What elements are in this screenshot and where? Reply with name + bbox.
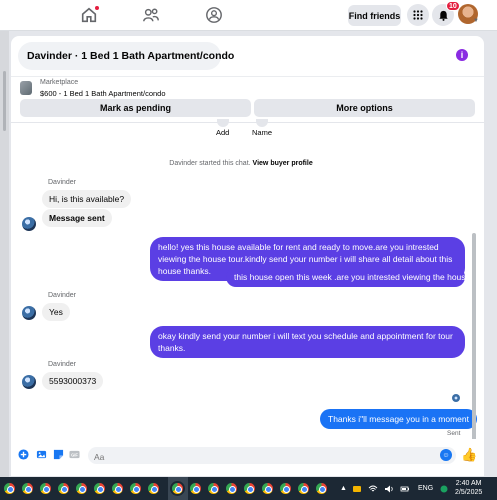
sent-status: Sent [447,430,461,437]
chrome-app-icon[interactable] [278,481,293,496]
emoji-icon[interactable]: ☺ [440,449,452,461]
system-text: Davinder started this chat. [169,160,251,167]
chat-title: Davinder · 1 Bed 1 Bath Apartment/condo [27,50,235,62]
name-contact-icon[interactable] [256,119,268,127]
chrome-app-icon[interactable] [20,481,35,496]
chrome-app-icon[interactable] [260,481,275,496]
chrome-app-icon[interactable] [38,481,53,496]
incoming-message[interactable]: Yes [42,303,70,321]
incoming-message[interactable]: 5593000373 [42,372,104,390]
buyer-avatar[interactable] [22,375,36,389]
outgoing-message[interactable]: okay kindly send your number i will text… [150,326,465,358]
app-tray-icon[interactable] [352,477,362,500]
top-navigation-bar: Find friends 10 ▼ [0,0,497,31]
incoming-message[interactable]: Hi, is this available? [42,190,132,208]
volume-icon[interactable] [384,477,394,500]
incoming-message[interactable]: Message sent [42,209,112,227]
sender-name: Davinder [48,361,77,368]
add-contact-icon[interactable] [217,119,229,127]
chrome-app-icon[interactable] [56,481,71,496]
listing-thumbnail-small [20,81,32,95]
seen-indicator-avatar [452,394,460,402]
chat-system-message: Davinder started this chat. View buyer p… [11,160,471,167]
message-composer: GIF ☺ 👍 [11,439,484,476]
battery-icon[interactable] [400,477,410,500]
chrome-app-icon[interactable] [242,481,257,496]
chrome-app-icon[interactable] [110,481,125,496]
chrome-app-icon[interactable] [92,481,107,496]
chat-header: Davinder · 1 Bed 1 Bath Apartment/condo … [11,36,484,76]
left-panel-edge [0,31,9,477]
groups-icon[interactable] [205,6,223,24]
chrome-app-icon[interactable] [296,481,311,496]
chat-window: Davinder · 1 Bed 1 Bath Apartment/condo … [11,36,484,476]
sender-name: Davinder [48,292,77,299]
gif-icon[interactable]: GIF [69,449,80,460]
home-icon[interactable] [80,5,100,24]
more-options-button[interactable]: More options [254,99,475,117]
find-friends-button[interactable]: Find friends [348,5,401,26]
mark-as-pending-button[interactable]: Mark as pending [20,99,251,117]
network-icon[interactable] [368,477,378,500]
people-icon[interactable] [142,6,160,24]
windows-taskbar: ▲ ENG 2:40 AM 2/5/2025 [0,477,497,500]
show-hidden-icons[interactable]: ▲ [340,477,347,500]
clock-date: 2/5/2025 [455,489,483,496]
message-input[interactable] [88,448,428,466]
chat-scrollbar[interactable] [472,123,476,468]
marketplace-label: Marketplace [40,79,79,86]
chrome-app-icon[interactable] [74,481,89,496]
app-tray-icon[interactable] [439,477,449,500]
menu-grid-icon[interactable] [407,4,429,26]
chrome-app-icon[interactable] [146,481,161,496]
add-label: Add [216,128,230,137]
view-buyer-profile-link[interactable]: View buyer profile [253,160,313,167]
chrome-app-icon[interactable] [128,481,143,496]
message-input-container[interactable] [88,447,456,466]
marketplace-listing[interactable]: Marketplace $600 - 1 Bed 1 Bath Apartmen… [11,76,484,99]
chrome-app-icon[interactable] [206,481,221,496]
outgoing-message[interactable]: Thanks i"ll message you in a moment [320,409,477,429]
info-icon[interactable]: i [456,49,468,61]
name-label: Name [252,128,273,137]
plus-icon[interactable] [18,449,29,460]
system-clock[interactable]: 2:40 AM 2/5/2025 [455,479,482,497]
notification-dot [94,5,100,11]
chrome-app-icon[interactable] [314,481,329,496]
chat-scrollbar-thumb[interactable] [472,233,476,453]
sender-name: Davinder [48,179,77,186]
sticker-icon[interactable] [53,449,64,460]
photo-icon[interactable] [36,449,47,460]
chrome-app-icon[interactable] [224,481,239,496]
buyer-avatar[interactable] [22,217,36,231]
language-indicator[interactable]: ENG [418,477,433,500]
listing-detail: $600 - 1 Bed 1 Bath Apartment/condo [40,89,166,98]
outgoing-message[interactable]: this house open this week .are you intre… [226,267,475,287]
buyer-avatar[interactable] [22,306,36,320]
chrome-app-icon[interactable] [188,481,203,496]
svg-text:GIF: GIF [71,452,78,457]
header-divider [11,122,484,123]
chevron-down-icon[interactable]: ▼ [473,18,479,24]
chat-title-pill[interactable]: Davinder · 1 Bed 1 Bath Apartment/condo [18,42,234,70]
chrome-app-icon[interactable] [170,481,185,496]
chrome-app-icon[interactable] [2,481,17,496]
thumbs-up-icon[interactable]: 👍 [461,447,477,463]
left-scrollbar[interactable] [3,71,6,131]
clock-time: 2:40 AM [455,480,482,487]
